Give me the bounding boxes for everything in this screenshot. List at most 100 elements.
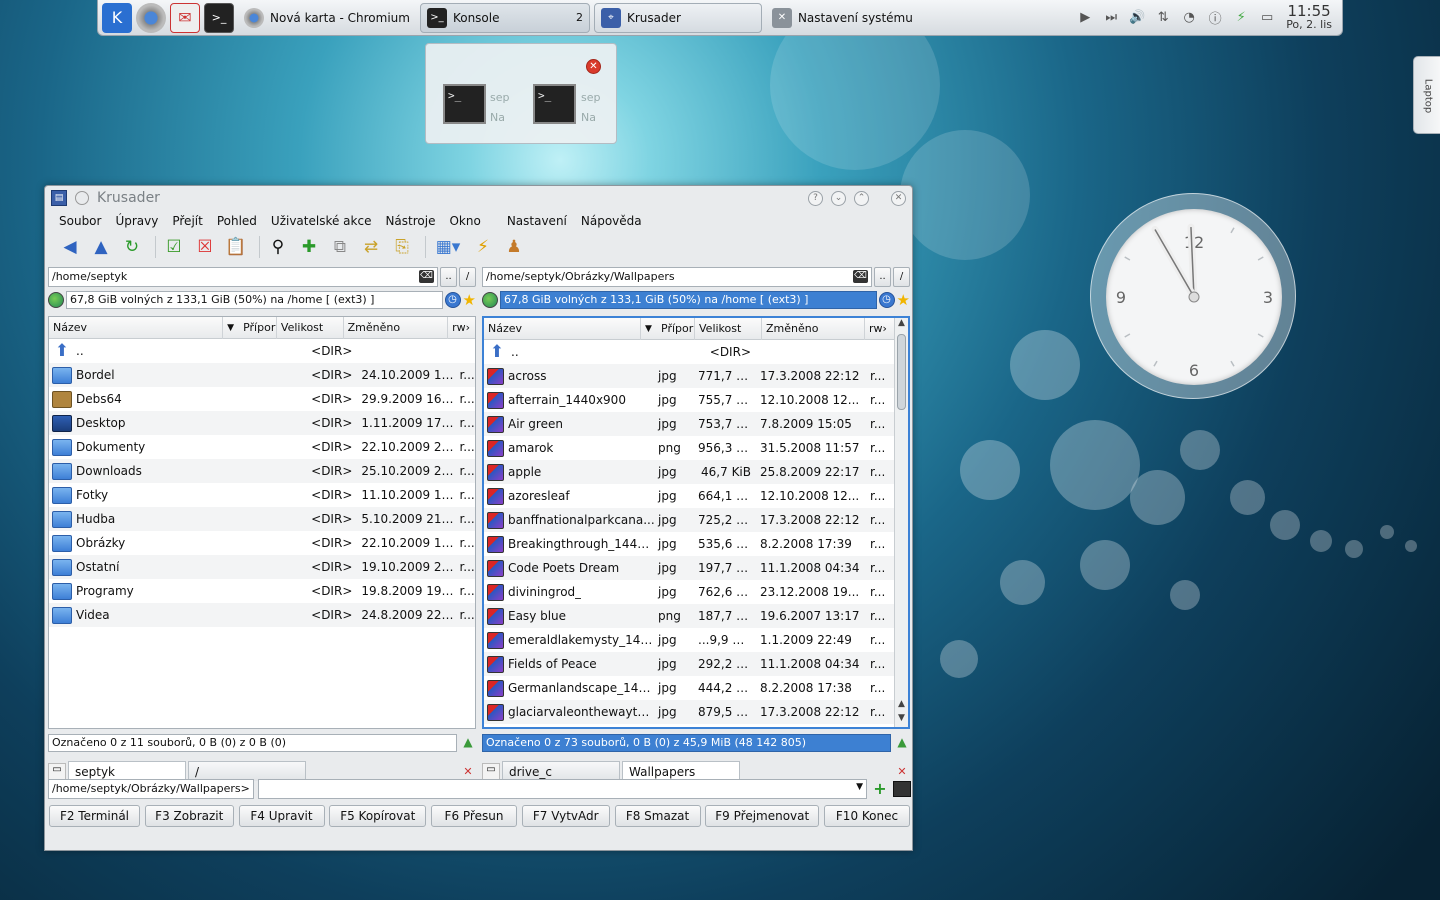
table-row[interactable]: apple jpg 46,7 KiB 25.8.2009 22:17 r...	[484, 460, 908, 484]
table-row[interactable]: glaciarvaleonthewayto... jpg 879,5 KiB 17.3…	[484, 700, 908, 724]
left-parent-button[interactable]: ..	[440, 267, 457, 287]
konsole-thumbnail[interactable]: >_	[533, 84, 576, 124]
volume-icon[interactable]: 🔊	[1127, 8, 1147, 28]
table-row[interactable]: afterrain_1440x900 jpg 755,7 KiB 12.10.2008…	[484, 388, 908, 412]
refresh-icon[interactable]: ↻	[119, 234, 145, 260]
table-row[interactable]: Dokumenty <DIR> 22.10.2009 23... r...	[49, 435, 475, 459]
scroll-down-icon[interactable]: ▼	[895, 713, 908, 727]
f7-mkdir-button[interactable]: F7 VytvAdr	[521, 805, 610, 827]
maximize-button[interactable]: ⌃	[854, 190, 869, 206]
menu-uzivatelske-akce[interactable]: Uživatelské akce	[271, 214, 372, 228]
window-menu-icon[interactable]: ▤	[51, 190, 67, 206]
network-mount-icon[interactable]: ▦▾	[431, 234, 465, 260]
battery-icon[interactable]: ⚡	[1231, 8, 1251, 28]
right-file-list[interactable]: Název ▼ Přípor Velikost Změněno rw› ⬆.. <…	[482, 316, 910, 729]
chevron-down-icon[interactable]: ▼	[856, 782, 863, 792]
left-root-button[interactable]: /	[459, 267, 476, 287]
table-row[interactable]: emeraldlakemysty_144... jpg ...9,9 KiB 1.1.…	[484, 628, 908, 652]
table-row[interactable]: Breakingthrough_1440... jpg 535,6 KiB 8.2.2…	[484, 532, 908, 556]
root-mode-icon[interactable]: ♟	[501, 234, 527, 260]
compare-icon[interactable]: ⧉	[327, 234, 353, 260]
col-modified[interactable]: Změněno	[344, 317, 449, 339]
scroll-up-icon[interactable]: ▲	[895, 699, 908, 713]
cmd-input[interactable]: ▼	[257, 779, 867, 799]
task-system-settings[interactable]: ✕ Nastavení systému	[766, 3, 919, 33]
table-row[interactable]: Germanlandscape_144... jpg 444,2 KiB 8.2.20…	[484, 676, 908, 700]
add-icon[interactable]: +	[871, 780, 889, 798]
select-all-icon[interactable]: ☑	[161, 234, 187, 260]
left-path-field[interactable]: /home/septyk ⌫	[48, 267, 438, 287]
sync-icon[interactable]: ⇄	[358, 234, 384, 260]
search-binoculars-icon[interactable]: ⚲	[265, 234, 291, 260]
desktop-show-icon[interactable]: ▭	[1257, 8, 1277, 28]
up-arrow-icon[interactable]: ▲	[88, 234, 114, 260]
table-row[interactable]: Obrázky <DIR> 22.10.2009 14... r...	[49, 531, 475, 555]
table-row[interactable]: Air green jpg 753,7 KiB 7.8.2009 15:05 r...	[484, 412, 908, 436]
info-icon[interactable]: ⓘ	[1205, 8, 1225, 28]
col-size[interactable]: Velikost	[695, 318, 762, 340]
menu-nastaveni[interactable]: Nastavení	[507, 214, 567, 228]
f9-rename-button[interactable]: F9 Přejmenovat	[705, 805, 820, 827]
quick-connect-icon[interactable]: ⚡	[470, 234, 496, 260]
table-row[interactable]: ⬆.. <DIR>	[49, 339, 475, 363]
history-icon[interactable]: ◷	[878, 292, 895, 308]
taskbar-clock[interactable]: 11:55 Po, 2. lis	[1286, 3, 1332, 32]
menu-pohled[interactable]: Pohled	[217, 214, 257, 228]
table-row[interactable]: Fotky <DIR> 11.10.2009 13... r...	[49, 483, 475, 507]
scrollbar-thumb[interactable]	[897, 334, 906, 410]
col-perm[interactable]: rw›	[448, 317, 475, 339]
minimize-button[interactable]: ⌄	[831, 190, 846, 206]
kde-menu-icon[interactable]: K	[102, 2, 132, 33]
play-icon[interactable]: ▶	[1075, 8, 1095, 28]
sticky-button[interactable]	[75, 191, 89, 205]
media-icon[interactable]	[48, 292, 64, 308]
menu-okno[interactable]: Okno	[449, 214, 480, 228]
unselect-icon[interactable]: ☒	[192, 234, 218, 260]
clear-icon[interactable]: ⌫	[853, 270, 868, 283]
right-root-button[interactable]: /	[893, 267, 910, 287]
right-path-field[interactable]: /home/septyk/Obrázky/Wallpapers ⌫	[482, 267, 872, 287]
f5-copy-button[interactable]: F5 Kopírovat	[329, 805, 427, 827]
table-row[interactable]: Debs64 <DIR> 29.9.2009 16:49 r...	[49, 387, 475, 411]
menu-upravy[interactable]: Úpravy	[115, 214, 158, 228]
table-row[interactable]: across jpg 771,7 KiB 17.3.2008 22:12 r...	[484, 364, 908, 388]
scroll-up-icon[interactable]: ▲	[895, 318, 908, 332]
terminal-icon[interactable]	[893, 781, 911, 797]
copy-icon[interactable]: ⎘	[389, 234, 415, 260]
network-icon[interactable]: ⇅	[1153, 8, 1173, 28]
right-parent-button[interactable]: ..	[874, 267, 891, 287]
chromium-launcher-icon[interactable]	[136, 2, 166, 33]
left-file-list[interactable]: Název ▼ Přípor Velikost Změněno rw› ⬆.. <…	[48, 316, 476, 729]
mail-launcher-icon[interactable]: ✉	[170, 2, 200, 33]
analog-clock-widget[interactable]: 12 3 6 9	[1090, 193, 1296, 399]
table-row[interactable]: Code Poets Dream jpg 197,7 KiB 11.1.2008 04…	[484, 556, 908, 580]
close-icon[interactable]: ✕	[586, 59, 601, 74]
update-icon[interactable]: ◔	[1179, 8, 1199, 28]
table-row[interactable]: banffnationalparkcana... jpg 725,2 KiB 17.3…	[484, 508, 908, 532]
table-row[interactable]: Desktop <DIR> 1.11.2009 17:18 r...	[49, 411, 475, 435]
f10-quit-button[interactable]: F10 Konec	[824, 805, 910, 827]
table-row[interactable]: amarok png 956,3 KiB 31.5.2008 11:57 r...	[484, 436, 908, 460]
table-row[interactable]: azoresleaf jpg 664,1 KiB 12.10.2008 12... r.…	[484, 484, 908, 508]
col-ext[interactable]: Přípor	[657, 318, 695, 340]
f4-edit-button[interactable]: F4 Upravit	[238, 805, 325, 827]
help-button[interactable]: ?	[808, 190, 823, 206]
table-row[interactable]: Bordel <DIR> 24.10.2009 19... r...	[49, 363, 475, 387]
clipboard-icon[interactable]: 📋	[223, 234, 249, 260]
table-row[interactable]: Programy <DIR> 19.8.2009 19:53 r...	[49, 579, 475, 603]
sort-chevron-icon[interactable]: ▼	[223, 317, 239, 339]
back-arrow-icon[interactable]: ◀	[57, 234, 83, 260]
bookmark-star-icon[interactable]: ★	[463, 291, 476, 309]
f3-view-button[interactable]: F3 Zobrazit	[144, 805, 234, 827]
table-row[interactable]: Easy blue png 187,7 KiB 19.6.2007 13:17 r...	[484, 604, 908, 628]
next-track-icon[interactable]: ⏭	[1101, 8, 1121, 28]
col-name[interactable]: Název	[49, 317, 224, 339]
totals-up-icon[interactable]: ▲	[894, 735, 910, 751]
f6-move-button[interactable]: F6 Přesun	[431, 805, 517, 827]
konsole-launcher-icon[interactable]: >_	[204, 2, 234, 33]
new-file-icon[interactable]: ✚	[296, 234, 322, 260]
bookmark-star-icon[interactable]: ★	[897, 291, 910, 309]
close-button[interactable]: ✕	[891, 190, 906, 206]
f2-terminal-button[interactable]: F2 Terminál	[49, 805, 140, 827]
sort-chevron-icon[interactable]: ▼	[641, 318, 657, 340]
